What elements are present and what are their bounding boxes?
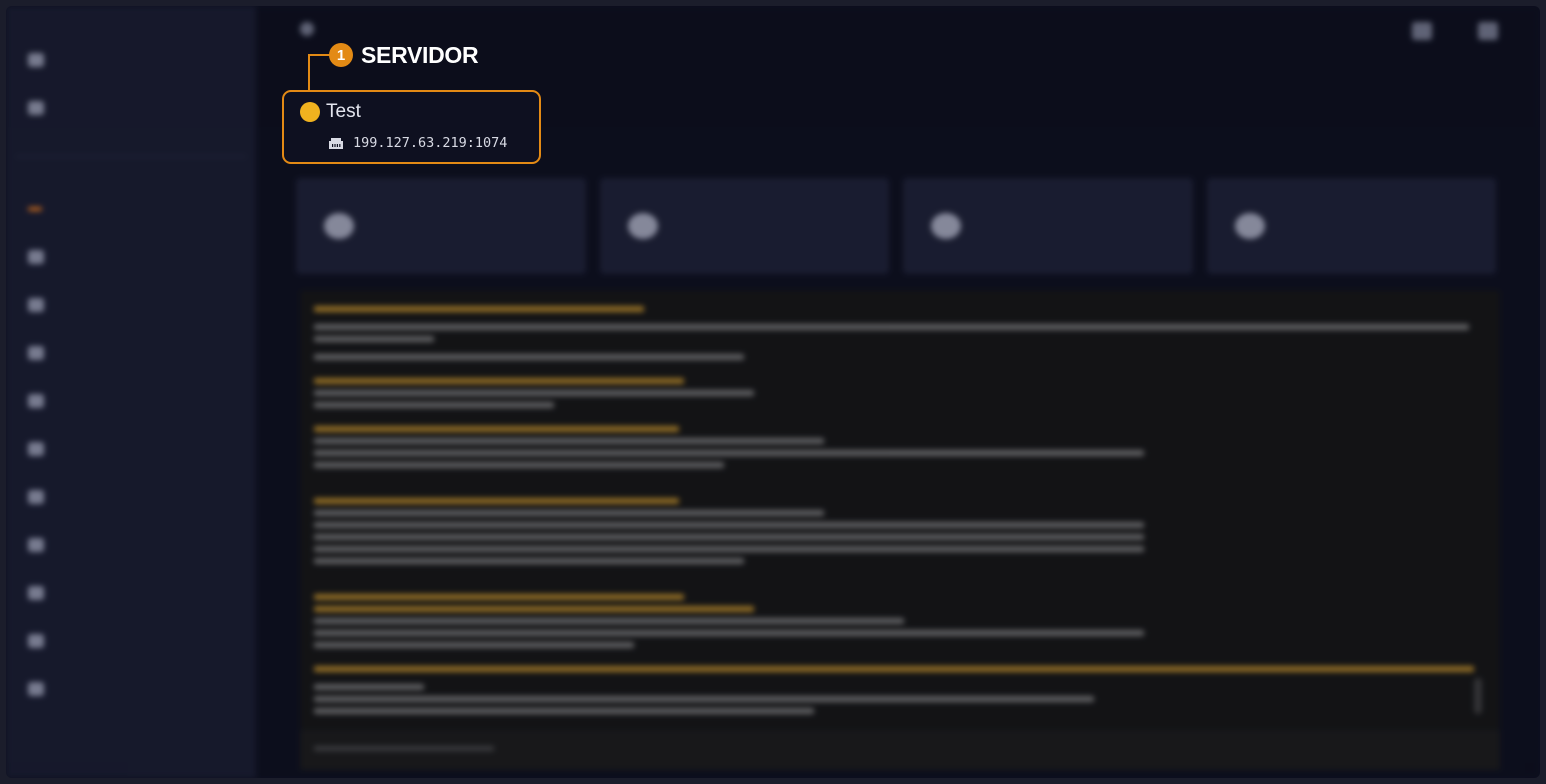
stat-card [903, 178, 1193, 274]
logout-icon[interactable] [1478, 22, 1498, 40]
sidebar-item-icon [28, 682, 44, 696]
sidebar-item-icon [28, 346, 44, 360]
sidebar-item-icon [28, 394, 44, 408]
stat-icon [627, 213, 658, 239]
sidebar-item[interactable] [6, 425, 256, 473]
profile-icon[interactable] [1412, 22, 1432, 40]
callout-title: SERVIDOR [361, 42, 479, 68]
sidebar-item-icon [28, 490, 44, 504]
sidebar-item-icon [28, 538, 44, 552]
sidebar-item[interactable] [6, 329, 256, 377]
console-input-placeholder [314, 746, 494, 751]
sidebar-item-icon [28, 298, 44, 312]
console-output-lines [314, 306, 1474, 714]
sidebar-item[interactable] [6, 665, 256, 713]
callout-leader-line [308, 54, 330, 56]
stat-card [296, 178, 586, 274]
stat-icon [324, 213, 354, 239]
sidebar-item-icon [28, 53, 44, 67]
server-info-card[interactable]: Test 199.127.63.219:1074 [282, 90, 541, 164]
sidebar-item[interactable] [6, 617, 256, 665]
sidebar-item[interactable] [6, 36, 256, 84]
stat-icon [931, 213, 961, 239]
stat-card [1206, 178, 1496, 274]
search-icon[interactable] [300, 22, 314, 36]
callout-number-badge: 1 [329, 43, 353, 67]
ethernet-port-icon [329, 138, 343, 149]
stat-icon [1234, 213, 1265, 239]
sidebar-item[interactable] [6, 521, 256, 569]
app-window: 1 SERVIDOR Test 199.127.63.219:1074 [6, 6, 1540, 778]
sidebar-item-icon [28, 634, 44, 648]
sidebar-divider [16, 156, 246, 157]
sidebar-item[interactable] [6, 281, 256, 329]
server-name: Test [326, 101, 361, 122]
server-status-dot [300, 102, 320, 122]
sidebar [6, 6, 256, 778]
sidebar-item-icon [28, 586, 44, 600]
stats-row [296, 178, 1496, 274]
sidebar-item[interactable] [6, 473, 256, 521]
console-command-input[interactable] [300, 730, 1500, 770]
callout-leader-line [308, 54, 310, 92]
server-address[interactable]: 199.127.63.219:1074 [353, 135, 507, 151]
sidebar-item[interactable] [6, 84, 256, 132]
sidebar-item[interactable] [6, 569, 256, 617]
sidebar-item-icon [28, 207, 42, 211]
sidebar-item-icon [28, 442, 44, 456]
sidebar-item-icon [28, 101, 44, 115]
blurred-background [6, 6, 1540, 778]
console-scrollbar[interactable] [1474, 678, 1482, 714]
sidebar-item-icon [28, 250, 44, 264]
stat-card [599, 178, 889, 274]
sidebar-item[interactable] [6, 233, 256, 281]
sidebar-item[interactable] [6, 377, 256, 425]
sidebar-item-active[interactable] [6, 185, 256, 233]
server-console[interactable] [300, 290, 1500, 730]
